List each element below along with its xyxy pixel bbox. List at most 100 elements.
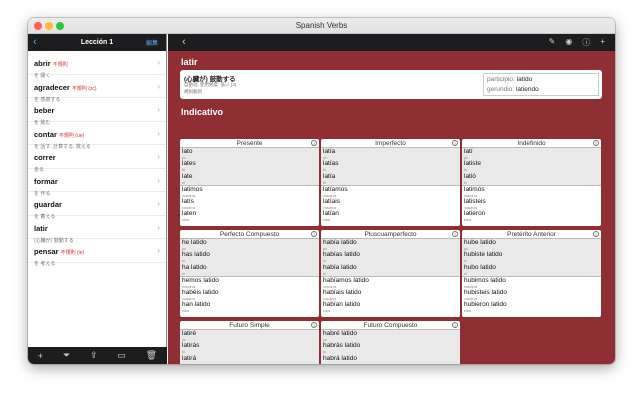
list-item-irregular: 不規則 (ue): [58, 132, 85, 139]
info-icon[interactable]: i: [593, 140, 599, 147]
conjugation-row[interactable]: habían latido ellos: [321, 301, 460, 313]
info-icon[interactable]: i: [452, 231, 458, 238]
list-item[interactable]: beber を 飲む ›: [28, 98, 166, 126]
conjugation-row[interactable]: laten ellos: [180, 210, 319, 222]
list-item[interactable]: formar を 作る ›: [28, 169, 166, 197]
info-icon[interactable]: i: [311, 322, 317, 329]
info-icon[interactable]: ⓘ: [582, 37, 590, 48]
conjugation-row[interactable]: latían ellos: [321, 210, 460, 222]
conjugation-row[interactable]: hubo latido él: [462, 263, 601, 276]
conjugation-form: han latido: [182, 301, 211, 309]
info-icon[interactable]: i: [311, 231, 317, 238]
conjugation-row[interactable]: has latido tú: [180, 251, 319, 264]
conjugation-row[interactable]: latieron ellos: [462, 210, 601, 222]
conjugation-form: latí: [464, 148, 473, 155]
conjugation-row[interactable]: lates tú: [180, 160, 319, 173]
conjugation-row[interactable]: latía yo: [321, 148, 460, 161]
info-icon[interactable]: i: [452, 322, 458, 329]
plus-icon[interactable]: +: [38, 351, 43, 361]
conjugation-row[interactable]: latiste tú: [462, 160, 601, 173]
plus-icon[interactable]: +: [600, 37, 605, 48]
conjugation-row[interactable]: habíais latido vosotros: [321, 289, 460, 301]
trash-icon[interactable]: 🗑: [146, 350, 157, 361]
conjugation-form: lates: [182, 160, 196, 168]
conjugation-row[interactable]: he latido yo: [180, 239, 319, 252]
conjugation-row[interactable]: late él: [180, 172, 319, 185]
conjugation-form: había latido: [323, 263, 357, 271]
conjugation-row[interactable]: latisteis vosotros: [462, 198, 601, 210]
conjugation-form: hubiste latido: [464, 251, 503, 259]
conjugation-row[interactable]: latías tú: [321, 160, 460, 173]
zoom-window-button[interactable]: [56, 22, 64, 30]
conjugation-row[interactable]: latimos nosotros: [462, 186, 601, 198]
close-window-button[interactable]: [34, 22, 42, 30]
list-item[interactable]: correr 走る ›: [28, 145, 166, 173]
conjugation-row[interactable]: latíais vosotros: [321, 198, 460, 210]
list-item-verb: pensar: [34, 247, 59, 256]
info-icon[interactable]: i: [593, 231, 599, 238]
list-item[interactable]: abrir 不規則を 開く ›: [28, 51, 166, 79]
sidebar-nav-bar: ‹ Lección 1 編集: [28, 34, 166, 51]
conjugation-row[interactable]: habré latido yo: [321, 330, 460, 343]
conjugation-form: has latido: [182, 251, 210, 259]
conjugation-form: habré latido: [323, 330, 357, 337]
conjugation-row[interactable]: hubisteis latido vosotros: [462, 289, 601, 301]
list-item-verb: agradecer: [34, 82, 70, 92]
list-item[interactable]: latir (心臓が) 鼓動する ›: [28, 216, 166, 244]
pronoun-label: él: [323, 363, 460, 364]
conjugation-row[interactable]: latirás tú: [180, 342, 319, 355]
edit-icon[interactable]: ✎: [549, 37, 556, 48]
info-icon[interactable]: i: [452, 140, 458, 147]
conjugation-form: hubimos latido: [464, 276, 506, 284]
conjugation-row[interactable]: hubiste latido tú: [462, 251, 601, 264]
conjugation-row[interactable]: latís vosotros: [180, 198, 319, 210]
pronoun-label: ellos: [464, 309, 472, 314]
list-item[interactable]: guardar を 蓄える ›: [28, 192, 166, 220]
conjugation-row[interactable]: latiráél: [180, 354, 319, 364]
conjugation-row[interactable]: latí yo: [462, 148, 601, 161]
list-item[interactable]: agradecer 不規則 (zc) を 感謝する ›: [28, 75, 166, 103]
list-item-irregular: 不規則 (zc): [71, 85, 97, 92]
list-item-verb: beber: [34, 106, 55, 115]
share-icon[interactable]: ⇪: [90, 350, 98, 361]
verb-title: latir: [181, 57, 198, 67]
conjugation-row[interactable]: hubieron latido ellos: [462, 301, 601, 313]
list-item-meaning: を 考える: [34, 261, 56, 267]
conjugation-form: habían latido: [323, 301, 361, 309]
conjugation-row[interactable]: latía él: [321, 172, 460, 185]
conjugation-row[interactable]: había latido yo: [321, 239, 460, 252]
minimize-window-button[interactable]: [45, 22, 53, 30]
conjugation-row[interactable]: habíamos latido nosotros: [321, 277, 460, 289]
participles-box: participio: latido gerundio: latiendo: [483, 73, 599, 96]
conjugation-row[interactable]: latiré yo: [180, 330, 319, 343]
list-item-irregular: 不規則: [52, 62, 68, 68]
conjugation-row[interactable]: había latido él: [321, 263, 460, 276]
conjugation-row[interactable]: han latido ellos: [180, 301, 319, 313]
filter-icon[interactable]: ⏷: [63, 350, 70, 361]
conjugation-row[interactable]: latió él: [462, 172, 601, 185]
conjugation-row[interactable]: hemos latido nosotros: [180, 277, 319, 289]
conjugation-row[interactable]: latíamos nosotros: [321, 186, 460, 198]
speaker-icon[interactable]: ◉: [565, 37, 572, 48]
conjugation-row[interactable]: habéis latido vosotros: [180, 289, 319, 301]
conjugation-row[interactable]: habrá latidoél: [321, 354, 460, 364]
conjugation-form: latiré: [182, 330, 197, 337]
list-item[interactable]: pensar 不規則 (ie) を 考える ›: [28, 239, 166, 267]
card-icon[interactable]: ▭: [117, 350, 126, 361]
conjugation-form: latió: [464, 172, 476, 180]
conjugation-row[interactable]: hubimos latido nosotros: [462, 277, 601, 289]
conjugation-row[interactable]: lato yo: [180, 148, 319, 161]
participio-label: participio:: [487, 76, 515, 83]
list-item[interactable]: contar 不規則 (ue) を 話す, 計算する, 数える ›: [28, 122, 166, 150]
tense-card: Imperfecto i latía yo latías tú latía él latíamo…: [321, 139, 460, 226]
conjugation-row[interactable]: latimos nosotros: [180, 186, 319, 198]
conjugation-form: latía: [323, 148, 336, 155]
conjugation-row[interactable]: habrás latido tú: [321, 342, 460, 355]
chevron-left-icon[interactable]: ‹: [182, 36, 186, 48]
conjugation-row[interactable]: habías latido tú: [321, 251, 460, 264]
edit-button[interactable]: 編集: [146, 38, 158, 47]
conjugation-row[interactable]: ha latido él: [180, 263, 319, 276]
pronoun-label: él: [323, 180, 326, 185]
conjugation-row[interactable]: hube latido yo: [462, 239, 601, 252]
info-icon[interactable]: i: [311, 140, 317, 147]
